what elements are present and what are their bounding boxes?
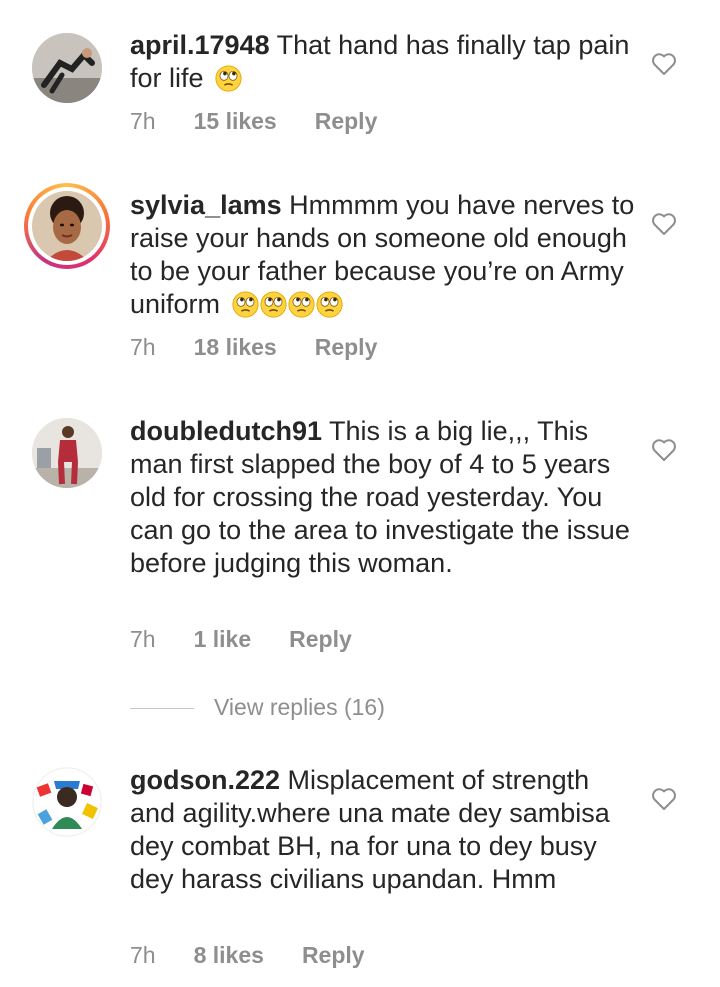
- comment-username[interactable]: sylvia_lams: [130, 190, 282, 220]
- comment-text-block: godson.222 Misplacement of strength and …: [130, 764, 635, 896]
- likes-count[interactable]: 18 likes: [194, 334, 277, 360]
- comment-time: 7h: [130, 334, 156, 360]
- heart-icon[interactable]: [651, 212, 677, 236]
- avatar-image: [32, 191, 102, 261]
- comment-time: 7h: [130, 626, 156, 652]
- avatar[interactable]: [32, 767, 102, 837]
- comment-username[interactable]: doubledutch91: [130, 416, 322, 446]
- reply-button[interactable]: Reply: [315, 334, 378, 360]
- comment-time: 7h: [130, 108, 156, 134]
- likes-count[interactable]: 8 likes: [194, 942, 264, 968]
- heart-icon[interactable]: [651, 52, 677, 76]
- story-ring-avatar[interactable]: [24, 183, 110, 269]
- comment-meta: 7h 8 likes Reply: [130, 942, 365, 969]
- avatar-image: [32, 33, 102, 103]
- face-with-rolling-eyes-emoji: [215, 65, 242, 92]
- likes-count[interactable]: 1 like: [194, 626, 252, 652]
- view-replies-button[interactable]: View replies (16): [130, 694, 385, 721]
- comment-text-block: sylvia_lams Hmmmm you have nerves to rai…: [130, 189, 635, 321]
- comment-text-block: doubledutch91 This is a big lie,,, This …: [130, 415, 635, 580]
- comment-text-block: april.17948 That hand has finally tap pa…: [130, 29, 635, 95]
- replies-divider-line: [130, 708, 194, 710]
- heart-icon[interactable]: [651, 438, 677, 462]
- face-with-rolling-eyes-emoji: [231, 291, 259, 318]
- comment-meta: 7h 1 like Reply: [130, 626, 352, 653]
- avatar-image: [32, 767, 102, 837]
- reply-button[interactable]: Reply: [302, 942, 365, 968]
- avatar[interactable]: [32, 33, 102, 103]
- comment-time: 7h: [130, 942, 156, 968]
- reply-button[interactable]: Reply: [315, 108, 378, 134]
- heart-icon[interactable]: [651, 787, 677, 811]
- comment-meta: 7h 18 likes Reply: [130, 334, 377, 361]
- reply-button[interactable]: Reply: [289, 626, 352, 652]
- view-replies-label: View replies (16): [214, 694, 385, 720]
- face-with-rolling-eyes-emoji: [315, 291, 343, 318]
- comment-username[interactable]: godson.222: [130, 765, 280, 795]
- comment-username[interactable]: april.17948: [130, 30, 270, 60]
- avatar-image: [32, 418, 102, 488]
- face-with-rolling-eyes-emoji: [259, 291, 287, 318]
- face-with-rolling-eyes-emoji: [287, 291, 315, 318]
- likes-count[interactable]: 15 likes: [194, 108, 277, 134]
- comment-meta: 7h 15 likes Reply: [130, 108, 377, 135]
- avatar[interactable]: [32, 418, 102, 488]
